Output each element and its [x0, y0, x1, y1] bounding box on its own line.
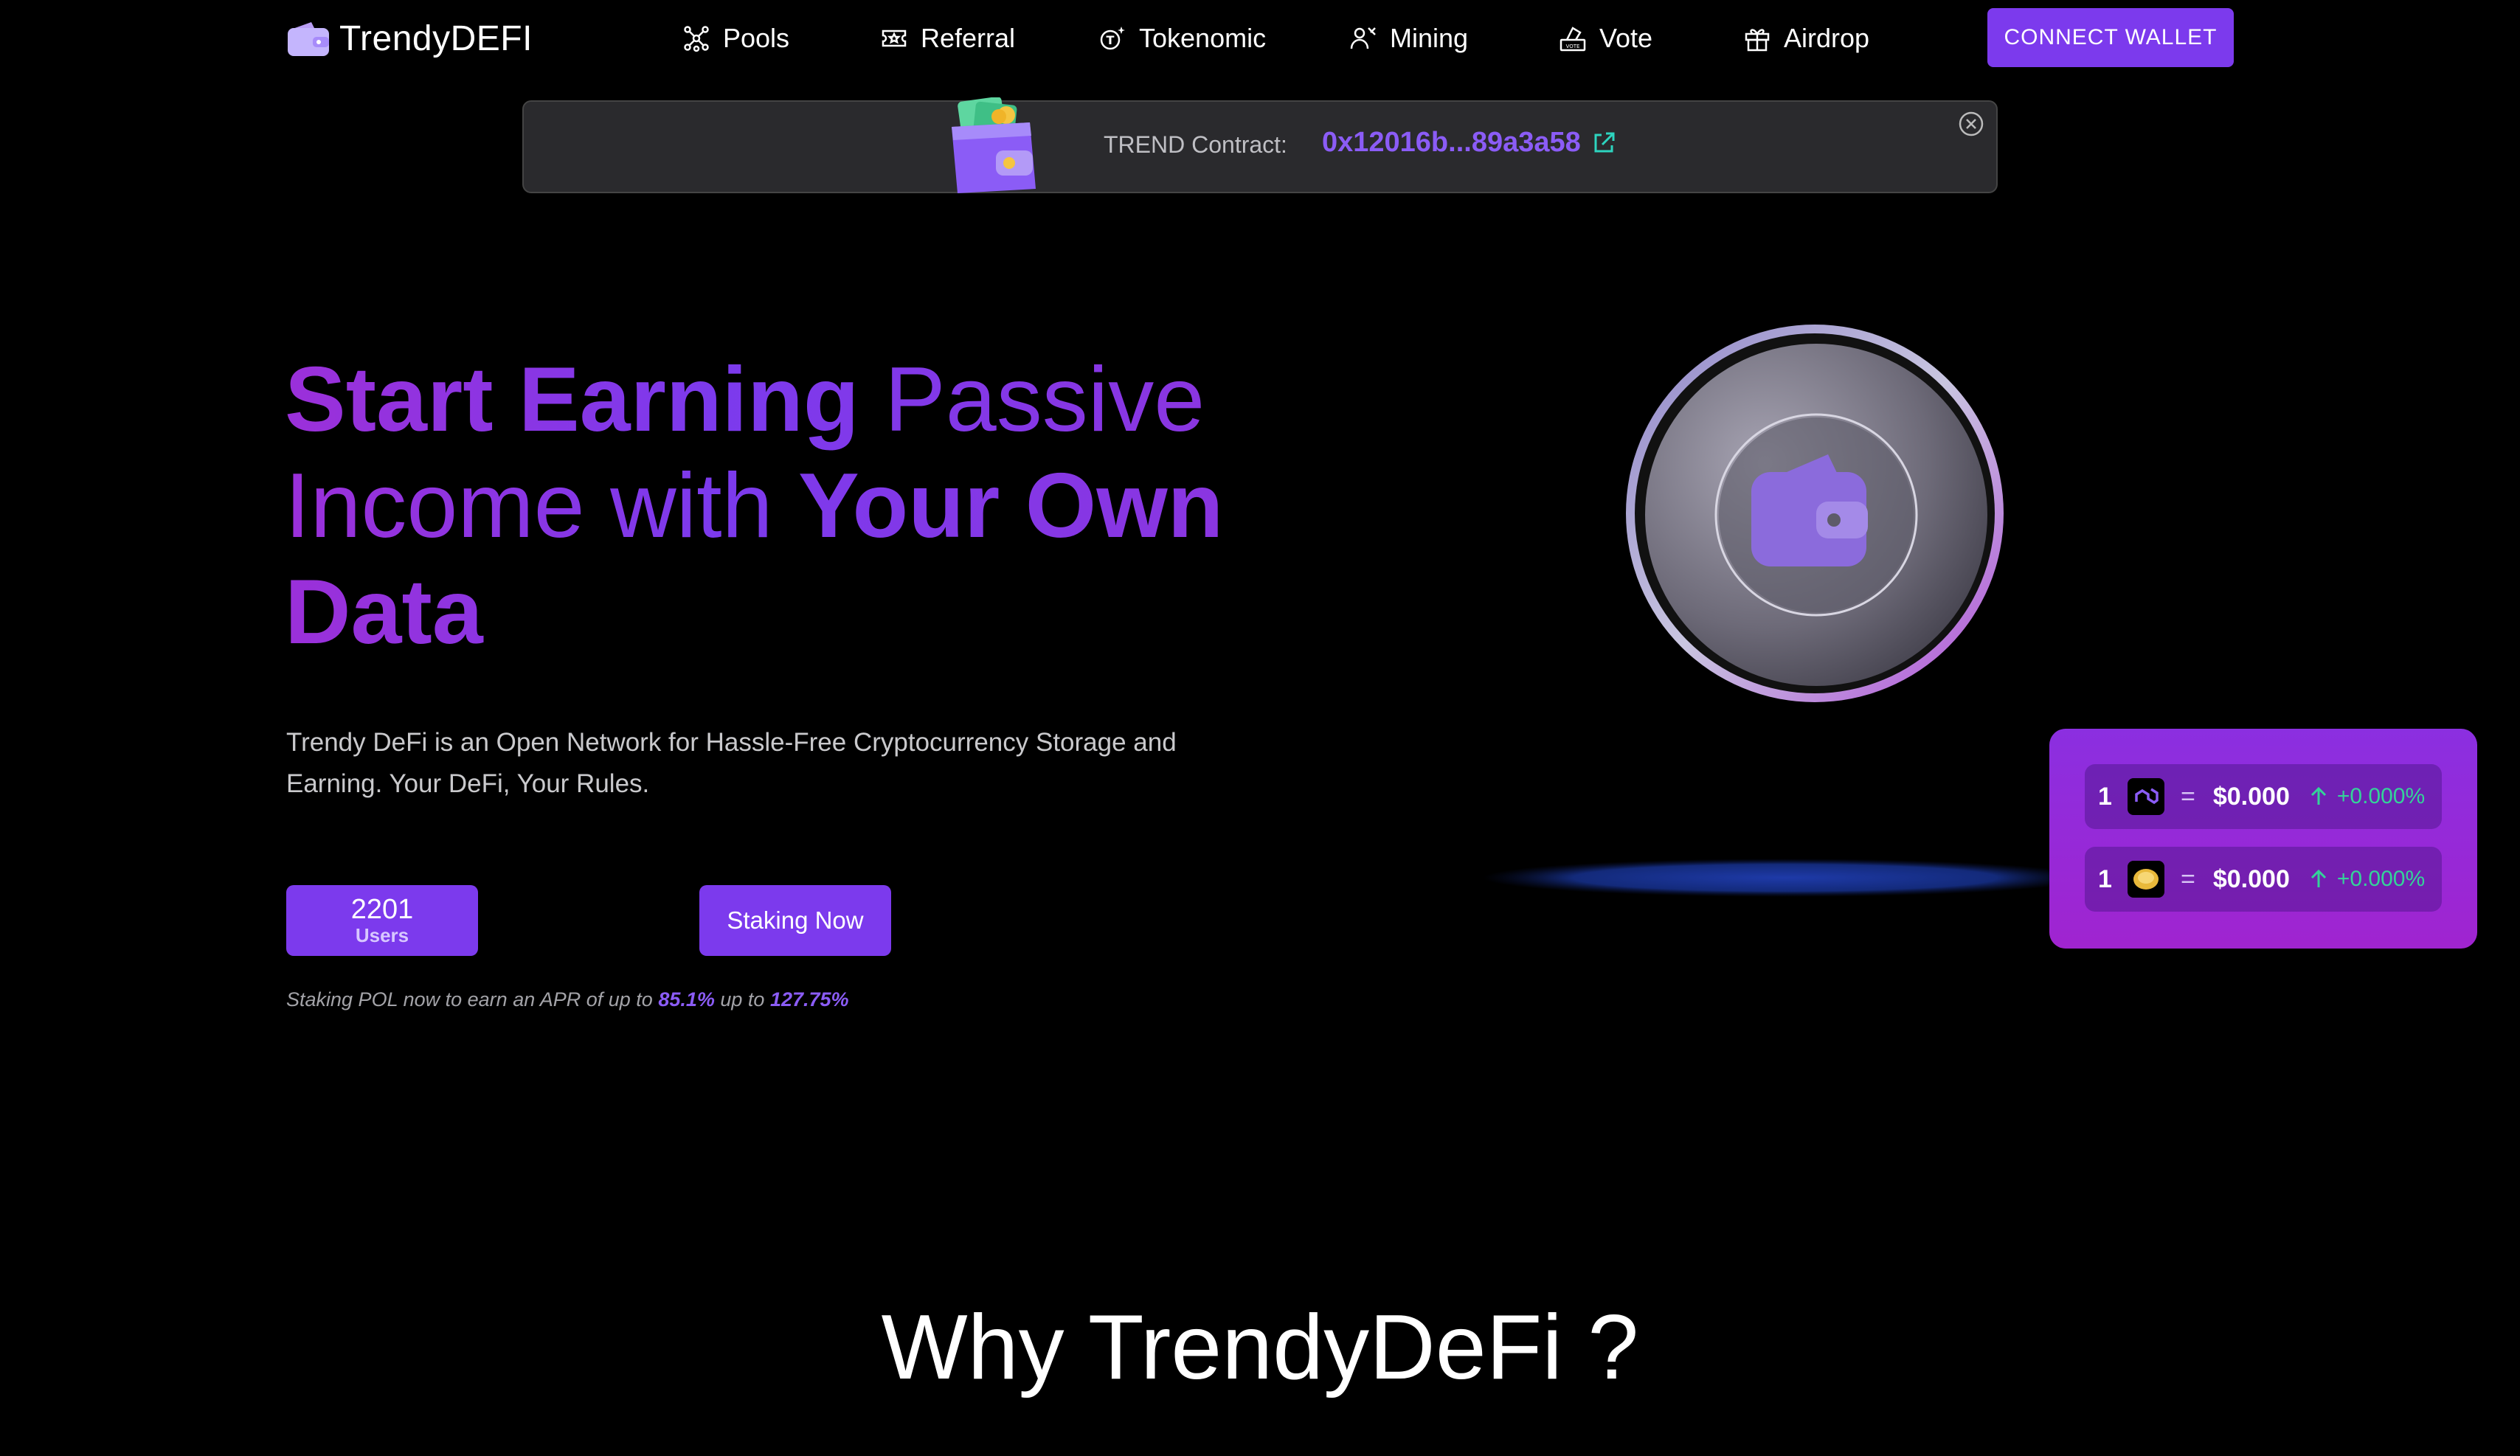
nav-item-referral[interactable]: Referral	[879, 19, 1015, 58]
contract-label: TREND Contract:	[1104, 131, 1287, 158]
nav-label-pools: Pools	[723, 23, 790, 53]
arrow-up-icon	[2310, 869, 2326, 887]
contract-address-link[interactable]: 0x12016b...89a3a58	[1322, 127, 1616, 159]
nav-label-tokenomic: Tokenomic	[1139, 23, 1267, 53]
close-icon[interactable]	[1958, 111, 1984, 137]
price-change: +0.000%	[2336, 867, 2426, 891]
brand-name: TrendyDEFI	[339, 18, 533, 58]
apr-note: Staking POL now to earn an APR of up to …	[286, 988, 849, 1011]
apr-prefix: Staking POL now to earn an APR of up to	[286, 988, 659, 1010]
price-value: $0.000	[2212, 782, 2290, 811]
wallet-coin-illustration	[1626, 325, 2004, 702]
price-row-pol: 1 = $0.000 +0.000%	[2085, 764, 2442, 829]
gift-icon	[1745, 29, 1770, 52]
users-count-badge: 2201 Users	[286, 885, 478, 956]
why-section-title: Why TrendyDeFi ?	[881, 1297, 1639, 1398]
price-row-trend: 1 = $0.000 +0.000%	[2085, 847, 2442, 912]
token-icon: T	[1100, 27, 1125, 50]
nav-item-airdrop[interactable]: Airdrop	[1742, 19, 1869, 58]
pools-icon	[684, 26, 709, 52]
top-navbar: TrendyDEFI Pools Referral T Tokenomic Mi	[0, 0, 2520, 77]
trend-coin-icon	[2128, 861, 2164, 898]
price-change: +0.000%	[2336, 784, 2426, 808]
contract-banner: TREND Contract: 0x12016b...89a3a58	[522, 97, 1998, 193]
wallet-logo-icon	[288, 22, 329, 56]
hero-description: Trendy DeFi is an Open Network for Hassl…	[286, 728, 1177, 798]
svg-text:VOTE: VOTE	[1566, 44, 1580, 49]
connect-wallet-button[interactable]: CONNECT WALLET	[1987, 8, 2234, 67]
nav-item-tokenomic[interactable]: T Tokenomic	[1098, 19, 1266, 58]
staking-now-button[interactable]: Staking Now	[699, 885, 891, 956]
nav-label-mining: Mining	[1390, 23, 1469, 53]
hero-title: Start Earning Passive Income with Your O…	[285, 347, 1244, 665]
arrow-up-icon	[2310, 786, 2326, 805]
vote-icon: VOTE	[1560, 27, 1586, 52]
hero-title-part1: Start Earning	[285, 349, 859, 451]
users-count: 2201	[350, 894, 414, 925]
nav-label-referral: Referral	[921, 23, 1016, 53]
nav-label-vote: Vote	[1599, 23, 1653, 53]
nav-item-mining[interactable]: Mining	[1349, 19, 1468, 58]
users-label: Users	[355, 924, 409, 946]
nav-item-vote[interactable]: VOTE Vote	[1558, 19, 1652, 58]
platform-glow	[1483, 859, 2088, 897]
brand-logo-link[interactable]: TrendyDEFI	[286, 16, 533, 60]
svg-text:T: T	[1107, 33, 1115, 47]
wallet-illustration-icon	[952, 97, 1036, 193]
price-value: $0.000	[2212, 864, 2290, 893]
token-price-card: 1 = $0.000 +0.000% 1 = $0.000 +0.000%	[2049, 729, 2477, 949]
external-link-icon	[1594, 132, 1615, 152]
apr-mid: up to	[714, 988, 770, 1010]
price-equals: =	[2181, 864, 2195, 893]
price-qty: 1	[2098, 864, 2112, 893]
mining-icon	[1350, 27, 1376, 49]
nav-item-pools[interactable]: Pools	[682, 19, 789, 58]
apr-value-max: 127.75%	[769, 988, 849, 1010]
price-qty: 1	[2098, 782, 2112, 811]
pol-icon	[2128, 778, 2164, 815]
price-equals: =	[2181, 782, 2195, 811]
nav-label-airdrop: Airdrop	[1784, 23, 1870, 53]
contract-address: 0x12016b...89a3a58	[1322, 127, 1581, 158]
apr-value-min: 85.1%	[658, 988, 715, 1010]
ticket-icon	[882, 30, 907, 47]
